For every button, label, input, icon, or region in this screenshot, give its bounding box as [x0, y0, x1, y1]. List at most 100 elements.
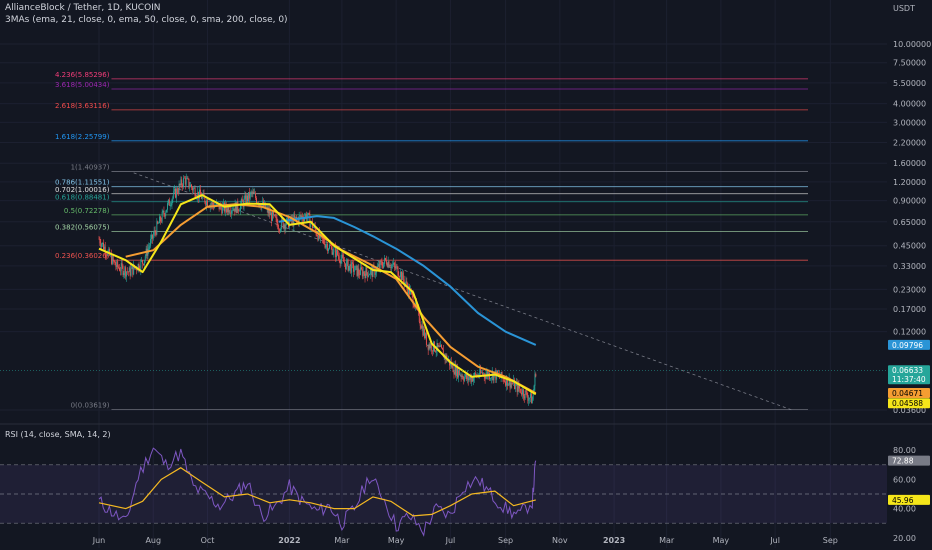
candle-body — [440, 345, 442, 347]
candle-body — [163, 210, 165, 214]
candle-body — [380, 261, 382, 262]
price-tick: 10.00000 — [893, 40, 931, 49]
candle-body — [328, 248, 329, 251]
sma200-price-badge-text: 0.09796 — [892, 341, 923, 350]
candle-body — [229, 212, 231, 214]
candle-body — [183, 177, 184, 187]
candle-body — [398, 275, 400, 277]
candle-body — [356, 265, 358, 276]
fib-level-label: 2.618(3.63116) — [55, 102, 110, 110]
candle-body — [510, 382, 512, 388]
candle-body — [365, 267, 367, 279]
candle-body — [159, 216, 160, 224]
fib-level-label: 0.702(1.00016) — [55, 186, 110, 194]
candle-body — [132, 266, 134, 275]
candle-body — [385, 258, 386, 260]
candle-body — [167, 199, 169, 204]
candle-body — [388, 261, 390, 268]
candle-body — [102, 242, 104, 250]
candle-body — [507, 383, 509, 386]
fib-level-label: 1.618(2.25799) — [55, 133, 110, 141]
candle-body — [427, 344, 429, 350]
candle-body — [100, 243, 102, 247]
candle-body — [352, 263, 354, 272]
price-chart[interactable]: Jun Aug Oct 2022 Mar May Jul Sep Nov 2023 Mar May Ju… — [0, 0, 932, 550]
last-price-badge-text: 0.06633 — [892, 366, 923, 375]
candle-body — [170, 205, 172, 206]
candle-body — [460, 374, 462, 377]
candle-body — [405, 281, 407, 283]
candle-body — [399, 276, 401, 278]
candle-body — [438, 345, 440, 347]
candle-body — [363, 271, 365, 274]
candle-body — [191, 187, 193, 191]
candle-body — [270, 212, 272, 216]
candle-body — [338, 256, 340, 261]
price-tick: 0.65000 — [893, 218, 926, 227]
candle-body — [482, 373, 484, 375]
candle-body — [401, 271, 402, 281]
candle-body — [367, 272, 369, 277]
candle-body — [125, 267, 127, 277]
candle-body — [435, 350, 437, 352]
candle-body — [335, 246, 337, 258]
candle-body — [177, 192, 179, 194]
candle-body — [459, 374, 461, 376]
candle-body — [439, 345, 441, 347]
candle-body — [528, 398, 530, 401]
candle-body — [349, 264, 351, 266]
candle-body — [172, 196, 174, 200]
candle-body — [279, 229, 281, 231]
candle-body — [522, 389, 524, 397]
candle-body — [464, 376, 466, 381]
candle-body — [523, 396, 525, 399]
candle-body — [358, 268, 360, 274]
candle-body — [329, 244, 331, 246]
candle-body — [308, 213, 310, 215]
candle-body — [171, 199, 173, 206]
candle-body — [326, 243, 328, 246]
chart-title: AllianceBlock / Tether, 1D, KUCOIN — [5, 3, 161, 13]
candle-body — [362, 271, 364, 277]
price-tick: 5.50000 — [893, 79, 926, 88]
candle-body — [126, 271, 128, 277]
candle-body — [381, 261, 383, 266]
candle-body — [118, 266, 120, 268]
candle-body — [193, 188, 195, 189]
candle-body — [248, 192, 250, 199]
candle-body — [521, 392, 523, 395]
fib-level-label: 4.236(5.85296) — [55, 71, 110, 79]
candle-body — [162, 210, 164, 212]
price-tick: 0.12000 — [893, 328, 926, 337]
candle-body — [395, 266, 397, 269]
candle-body — [522, 389, 523, 395]
candle-body — [352, 262, 354, 264]
candle-body — [366, 267, 368, 273]
candle-body — [318, 230, 320, 241]
candle-body — [303, 219, 305, 222]
candle-body — [361, 267, 362, 270]
candle-body — [232, 208, 234, 211]
candle-body — [154, 230, 156, 233]
candle-body — [468, 378, 470, 381]
candle-body — [301, 216, 303, 218]
time-tick: 2022 — [278, 536, 300, 545]
candle-body — [156, 221, 158, 235]
candle-body — [484, 376, 486, 379]
candle-body — [246, 195, 248, 204]
candle-body — [355, 265, 357, 267]
candle-body — [343, 257, 345, 262]
candle-body — [394, 265, 396, 269]
fib-level-label: 0.618(0.88481) — [55, 194, 110, 202]
candle-body — [396, 266, 398, 268]
candle-body — [467, 375, 469, 381]
candle-body — [333, 247, 335, 253]
candle-body — [115, 265, 117, 267]
rsi-ma-badge-text: 45.96 — [892, 496, 914, 505]
candle-body — [168, 199, 170, 206]
candle-body — [400, 271, 402, 277]
price-tick: 3.00000 — [893, 118, 926, 127]
candle-body — [164, 213, 166, 217]
candle-body — [441, 347, 443, 350]
candle-body — [337, 254, 339, 257]
